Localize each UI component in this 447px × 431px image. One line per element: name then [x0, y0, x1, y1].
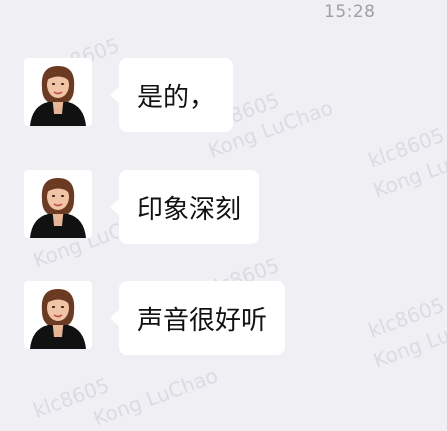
avatar-portrait-icon [24, 170, 92, 238]
avatar-portrait-icon [24, 281, 92, 349]
message-bubble[interactable]: 印象深刻 [109, 170, 260, 244]
watermark-name: Kong LuChao [370, 135, 447, 203]
avatar[interactable] [24, 170, 92, 238]
watermark-name: Kong LuChao [370, 305, 447, 373]
watermark-id: klc8605 [30, 372, 113, 423]
avatar[interactable] [24, 281, 92, 349]
message-bubble[interactable]: 是的， [109, 58, 234, 132]
message-row: 印象深刻 [24, 170, 260, 244]
watermark-id: klc8605 [365, 292, 447, 343]
watermark-id: klc8605 [365, 122, 447, 173]
message-timestamp: 15:28 [324, 2, 376, 22]
message-row: 是的， [24, 58, 234, 132]
avatar[interactable] [24, 58, 92, 126]
watermark-name: Kong LuChao [90, 363, 222, 431]
avatar-portrait-icon [24, 58, 92, 126]
chat-window: klc8605 klc8605 Kong LuChao klc8605 Kong… [0, 0, 447, 431]
message-row: 声音很好听 [24, 281, 286, 355]
message-bubble[interactable]: 声音很好听 [109, 281, 286, 355]
